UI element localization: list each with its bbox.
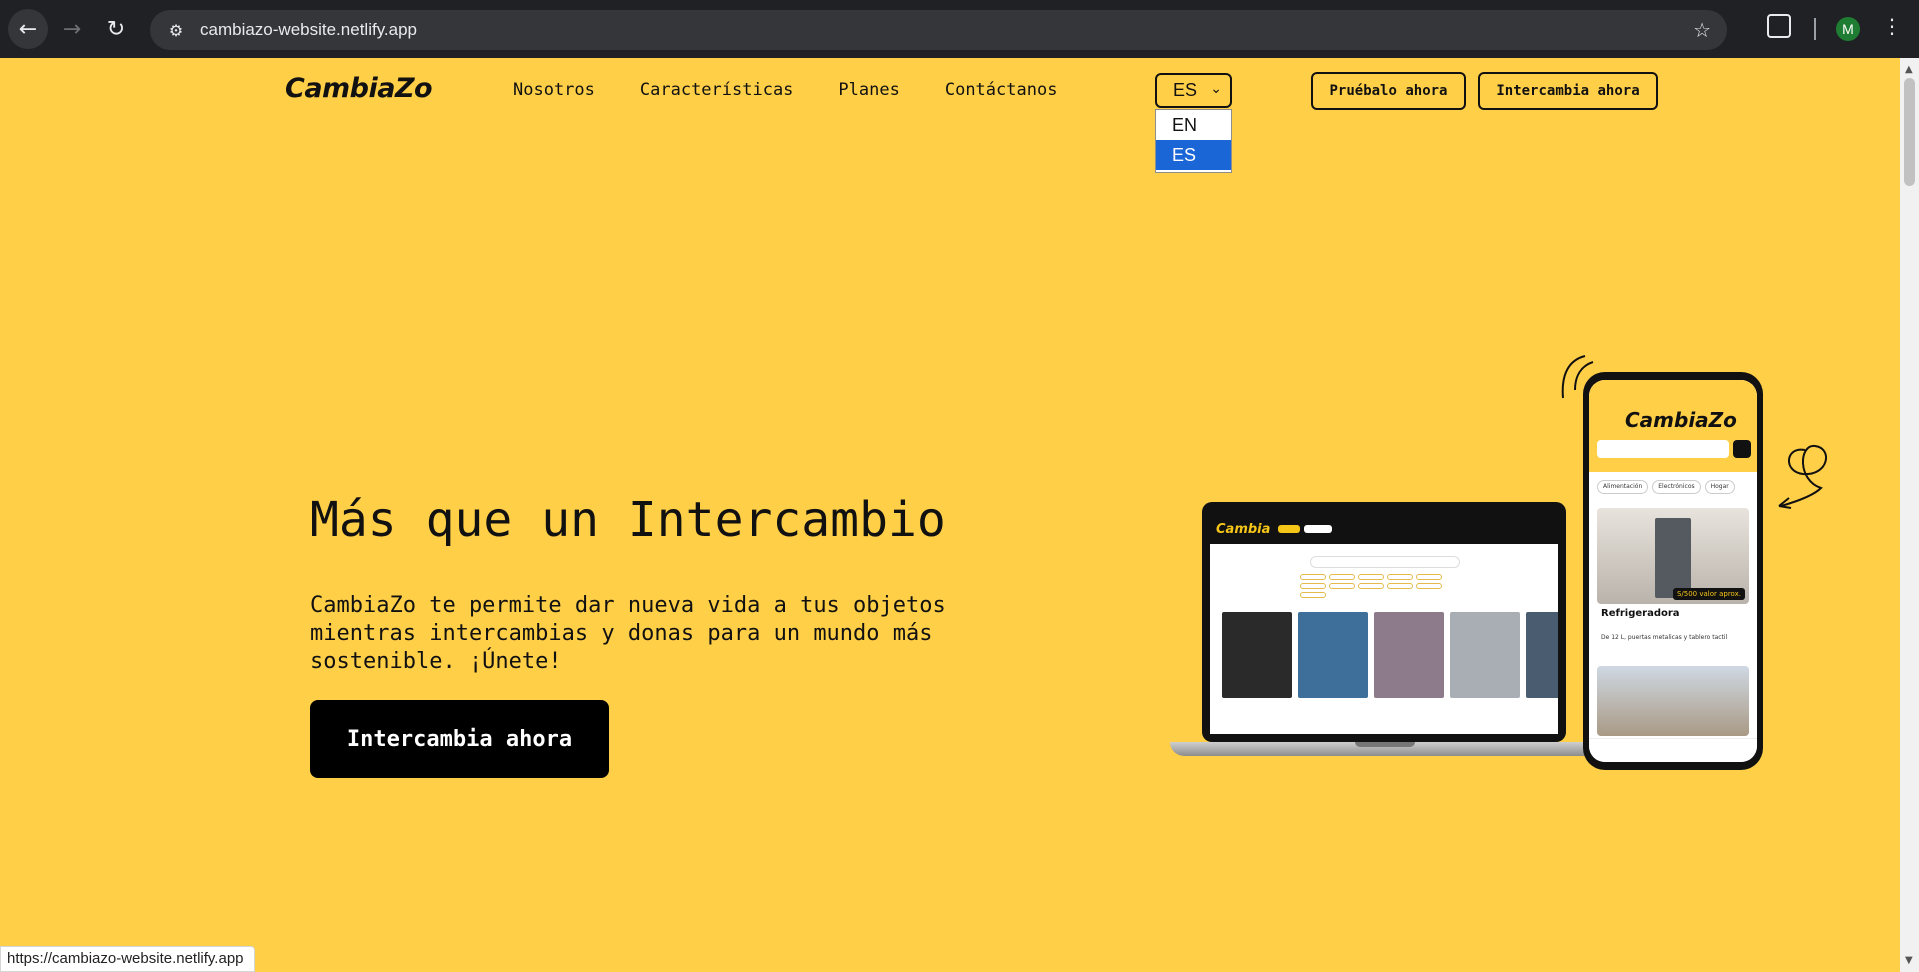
extensions-icon[interactable] [1767,14,1791,38]
phone-item-image-secondary [1597,666,1749,736]
scroll-thumb[interactable] [1904,78,1915,186]
laptop-app-chips [1300,574,1470,598]
main-nav: Nosotros Características Planes Contácta… [513,80,1102,100]
laptop-app-logo: Cambia [1216,521,1271,537]
laptop-mockup-image: Cambia [1170,502,1600,776]
laptop-app-chip [1387,583,1413,589]
laptop-app-cards [1222,612,1558,698]
try-now-button[interactable]: Pruébalo ahora [1311,72,1466,110]
swap-now-header-button[interactable]: Intercambia ahora [1478,72,1658,110]
chevron-down-icon: ⌄ [1210,80,1222,96]
page-scrollbar[interactable]: ▲ ▼ [1900,58,1919,972]
phone-screen: CambiaZo Alimentación Electrónicos Hogar… [1589,380,1757,762]
phone-chip: Hogar [1704,480,1735,494]
laptop-app-header: Cambia [1210,514,1558,544]
phone-price-badge: S/500 valor aprox. [1672,588,1745,600]
hero-title: Más que un Intercambio [310,492,946,548]
phone-app-chips: Alimentación Electrónicos Hogar [1597,480,1735,494]
reload-icon: ↻ [106,16,126,42]
laptop-app-chip [1329,574,1355,580]
phone-item-image: S/500 valor aprox. [1597,508,1749,604]
phone-chip: Electrónicos [1652,480,1701,494]
browser-toolbar: ← → ↻ ⚙ cambiazo-website.netlify.app ☆ M… [0,0,1919,58]
scroll-down-icon[interactable]: ▼ [1905,955,1913,966]
phone-filter-icon [1733,440,1751,458]
logo-text: CambiaZo [285,73,433,104]
laptop-app-card [1526,612,1558,698]
nav-caracteristicas[interactable]: Características [640,80,794,100]
language-option-en[interactable]: EN [1156,110,1231,140]
laptop-notch [1355,742,1415,747]
hero-cta-button[interactable]: Intercambia ahora [310,700,609,778]
laptop-app-chip [1358,583,1384,589]
laptop-app-chip [1416,583,1442,589]
laptop-app-card [1298,612,1368,698]
laptop-app-chip [1416,574,1442,580]
laptop-app-chip [1300,583,1326,589]
browser-menu-icon[interactable]: ⋮ [1880,14,1904,38]
hero-description: CambiaZo te permite dar nueva vida a tus… [310,593,946,674]
status-link-preview: https://cambiazo-website.netlify.app [0,946,255,972]
laptop-app-search [1310,556,1460,568]
scribble-decoration-icon [1561,355,1594,399]
nav-nosotros[interactable]: Nosotros [513,80,595,100]
phone-chip: Alimentación [1597,480,1649,494]
arrow-right-icon: → [62,16,82,42]
laptop-app-card [1222,612,1292,698]
reload-button[interactable]: ↻ [96,9,136,49]
laptop-screen: Cambia [1202,502,1566,742]
forward-button[interactable]: → [52,9,92,49]
laptop-app-card [1374,612,1444,698]
language-selected-value: ES [1173,80,1198,100]
toolbar-divider [1814,18,1816,40]
phone-app-logo: CambiaZo [1625,408,1737,432]
laptop-app-chip [1300,574,1326,580]
phone-item-title: Refrigeradora [1601,608,1680,619]
fridge-illustration [1655,518,1691,598]
language-select[interactable]: ES ⌄ [1155,73,1232,108]
laptop-app-pill-secondary [1304,525,1333,533]
laptop-app-chip [1329,583,1355,589]
laptop-app-chip [1387,574,1413,580]
nav-contactanos[interactable]: Contáctanos [945,80,1058,100]
language-option-es[interactable]: ES [1156,140,1231,170]
language-dropdown: EN ES [1155,109,1232,173]
laptop-app-chip [1358,574,1384,580]
nav-planes[interactable]: Planes [838,80,899,100]
phone-mockup-image: CambiaZo Alimentación Electrónicos Hogar… [1583,372,1763,770]
scroll-up-icon[interactable]: ▲ [1905,64,1913,75]
arrow-left-icon: ← [18,16,38,42]
laptop-app-chip [1300,592,1326,598]
address-bar[interactable]: ⚙ cambiazo-website.netlify.app ☆ [150,10,1727,50]
phone-item-description: De 12 L, puertas metalicas y tablero tac… [1601,634,1728,641]
back-button[interactable]: ← [8,9,48,49]
phone-app-search [1597,440,1729,458]
site-logo[interactable]: CambiaZo [285,73,433,104]
bookmark-star-icon[interactable]: ☆ [1693,18,1711,42]
url-text: cambiazo-website.netlify.app [200,20,418,39]
laptop-screen-content: Cambia [1210,514,1558,734]
laptop-app-card [1450,612,1520,698]
phone-tab-bar [1589,738,1757,762]
curly-arrow-icon [1778,445,1827,509]
site-info-icon[interactable]: ⚙ [156,10,196,50]
profile-avatar[interactable]: M [1836,17,1860,41]
laptop-app-pill [1278,525,1301,533]
